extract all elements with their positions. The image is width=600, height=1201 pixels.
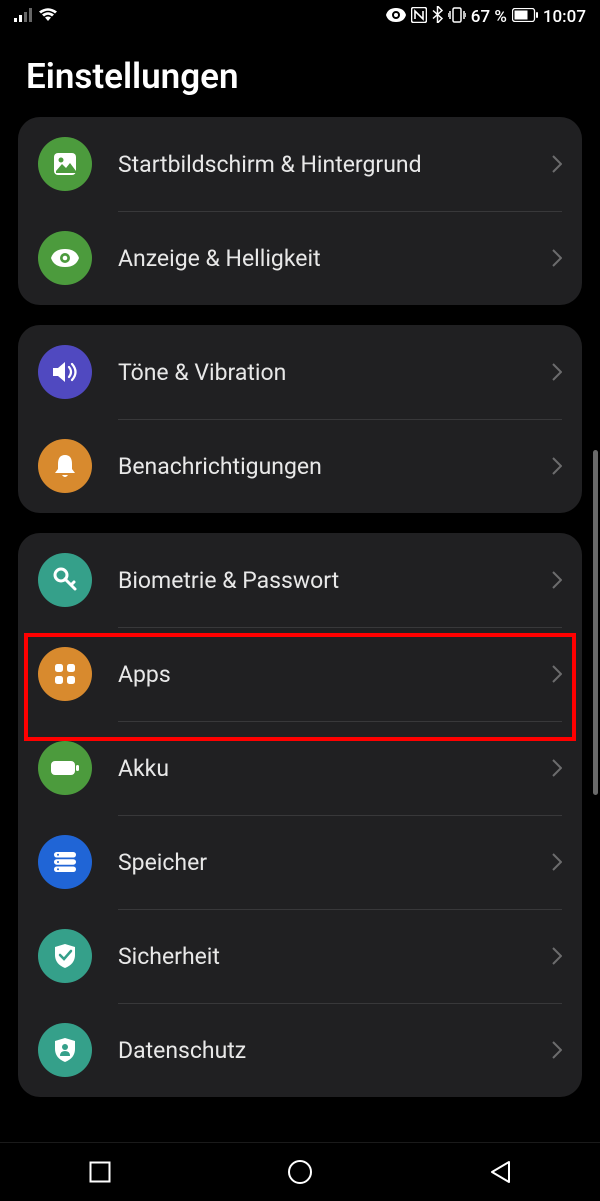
status-bar: 67 % 10:07: [0, 0, 600, 34]
settings-item-home[interactable]: Startbildschirm & Hintergrund: [18, 117, 582, 211]
bell-icon: [38, 439, 92, 493]
navigation-bar: [0, 1142, 600, 1200]
settings-item-label: Apps: [118, 661, 552, 688]
page-title: Einstellungen: [0, 34, 600, 117]
chevron-right-icon: [552, 363, 562, 381]
chevron-right-icon: [552, 853, 562, 871]
vibrate-icon: [448, 7, 466, 28]
nfc-icon: [411, 7, 427, 28]
image-icon: [38, 137, 92, 191]
settings-item-label: Anzeige & Helligkeit: [118, 245, 552, 272]
nav-home-button[interactable]: [240, 1143, 360, 1201]
settings-item-label: Datenschutz: [118, 1037, 552, 1064]
wifi-icon: [38, 7, 58, 27]
shield-check-icon: [38, 929, 92, 983]
settings-item-label: Benachrichtigungen: [118, 453, 552, 480]
settings-item-security[interactable]: Sicherheit: [18, 909, 582, 1003]
battery-icon: [512, 7, 538, 27]
settings-item-battery[interactable]: Akku: [18, 721, 582, 815]
settings-item-label: Startbildschirm & Hintergrund: [118, 151, 552, 178]
settings-item-label: Biometrie & Passwort: [118, 567, 552, 594]
settings-item-label: Speicher: [118, 849, 552, 876]
chevron-right-icon: [552, 249, 562, 267]
battery-icon: [38, 741, 92, 795]
settings-list: Startbildschirm & Hintergrund Anzeige & …: [0, 117, 600, 1097]
chevron-right-icon: [552, 457, 562, 475]
settings-item-label: Akku: [118, 755, 552, 782]
chevron-right-icon: [552, 759, 562, 777]
chevron-right-icon: [552, 947, 562, 965]
key-icon: [38, 553, 92, 607]
settings-item-privacy[interactable]: Datenschutz: [18, 1003, 582, 1097]
privacy-icon: [38, 1023, 92, 1077]
visibility-icon: [386, 7, 406, 27]
settings-item-storage[interactable]: Speicher: [18, 815, 582, 909]
nav-back-button[interactable]: [440, 1143, 560, 1201]
apps-icon: [38, 647, 92, 701]
settings-item-display[interactable]: Anzeige & Helligkeit: [18, 211, 582, 305]
settings-item-biometrics[interactable]: Biometrie & Passwort: [18, 533, 582, 627]
clock-text: 10:07: [543, 7, 586, 27]
settings-group: Töne & Vibration Benachrichtigungen: [18, 325, 582, 513]
chevron-right-icon: [552, 155, 562, 173]
bluetooth-icon: [432, 6, 443, 28]
battery-text: 67 %: [471, 7, 507, 27]
settings-group: Biometrie & Passwort Apps Akku Speicher: [18, 533, 582, 1097]
chevron-right-icon: [552, 571, 562, 589]
volume-icon: [38, 345, 92, 399]
settings-group: Startbildschirm & Hintergrund Anzeige & …: [18, 117, 582, 305]
settings-item-sound[interactable]: Töne & Vibration: [18, 325, 582, 419]
storage-icon: [38, 835, 92, 889]
scrollbar-indicator[interactable]: [593, 450, 598, 795]
nav-recent-button[interactable]: [40, 1143, 160, 1201]
settings-item-label: Sicherheit: [118, 943, 552, 970]
chevron-right-icon: [552, 1041, 562, 1059]
settings-item-notifications[interactable]: Benachrichtigungen: [18, 419, 582, 513]
signal-icon: [14, 7, 32, 27]
settings-item-label: Töne & Vibration: [118, 359, 552, 386]
eye-icon: [38, 231, 92, 285]
chevron-right-icon: [552, 665, 562, 683]
settings-item-apps[interactable]: Apps: [18, 627, 582, 721]
